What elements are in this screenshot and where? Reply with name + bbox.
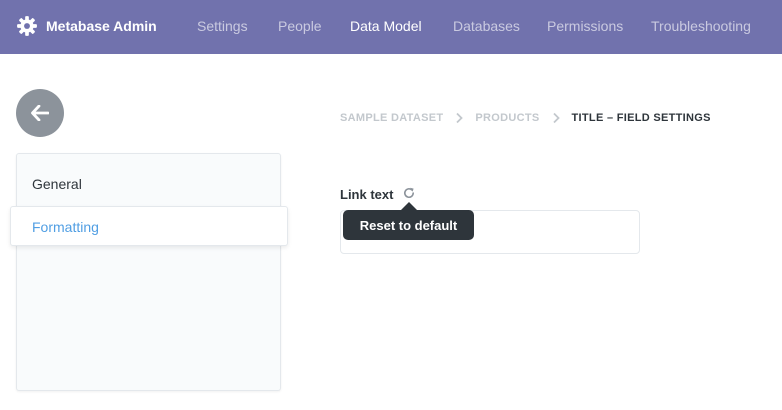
nav-item-data-model[interactable]: Data Model bbox=[350, 18, 422, 34]
brand-label: Metabase Admin bbox=[46, 18, 157, 34]
top-nav-bar: Metabase Admin Settings People Data Mode… bbox=[0, 0, 782, 54]
breadcrumb-item-dataset[interactable]: SAMPLE DATASET bbox=[340, 112, 443, 124]
sidebar-item-label: Formatting bbox=[32, 219, 99, 235]
link-text-label: Link text bbox=[340, 187, 394, 202]
gear-icon bbox=[17, 16, 37, 36]
nav-item-troubleshooting[interactable]: Troubleshooting bbox=[651, 18, 751, 34]
chevron-right-icon bbox=[456, 112, 464, 124]
nav-item-databases[interactable]: Databases bbox=[453, 18, 520, 34]
brand[interactable]: Metabase Admin bbox=[16, 15, 157, 37]
breadcrumb-item-table[interactable]: PRODUCTS bbox=[475, 112, 539, 124]
breadcrumb-item-current: TITLE – FIELD SETTINGS bbox=[571, 112, 711, 124]
sidebar-item-formatting[interactable]: Formatting bbox=[10, 206, 288, 246]
nav-item-people[interactable]: People bbox=[278, 18, 322, 34]
tooltip-arrow bbox=[401, 202, 417, 210]
chevron-right-icon bbox=[552, 112, 560, 124]
refresh-icon[interactable] bbox=[402, 186, 416, 200]
back-button[interactable] bbox=[16, 89, 64, 137]
arrow-left-icon bbox=[31, 105, 49, 121]
sidebar-item-general[interactable]: General bbox=[32, 176, 82, 192]
breadcrumb: SAMPLE DATASET PRODUCTS TITLE – FIELD SE… bbox=[340, 112, 711, 124]
nav-item-settings[interactable]: Settings bbox=[197, 18, 248, 34]
nav-item-permissions[interactable]: Permissions bbox=[547, 18, 623, 34]
reset-tooltip: Reset to default bbox=[343, 210, 474, 240]
